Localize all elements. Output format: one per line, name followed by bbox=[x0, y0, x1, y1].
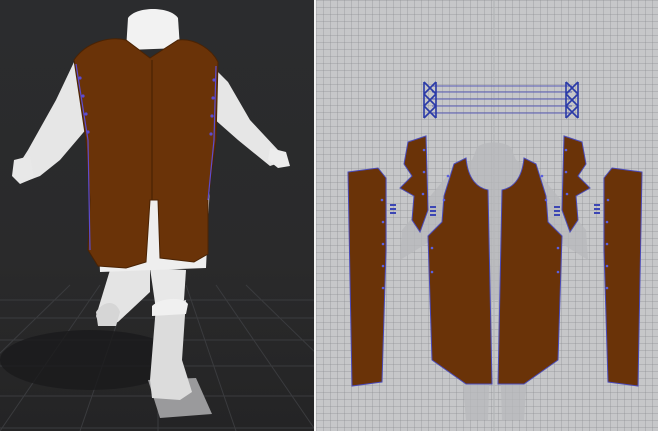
app-window bbox=[0, 0, 658, 431]
3d-scene bbox=[0, 9, 315, 431]
pattern-piece-left-side[interactable] bbox=[347, 167, 387, 387]
strap-pieces bbox=[432, 85, 572, 114]
pattern-piece-right-side[interactable] bbox=[603, 167, 643, 387]
2d-pattern-canvas bbox=[347, 0, 643, 431]
avatar-left-hand bbox=[12, 156, 34, 184]
2d-pattern-viewport[interactable] bbox=[316, 0, 658, 431]
3d-viewport[interactable] bbox=[0, 0, 315, 431]
tunic-body bbox=[73, 38, 219, 269]
